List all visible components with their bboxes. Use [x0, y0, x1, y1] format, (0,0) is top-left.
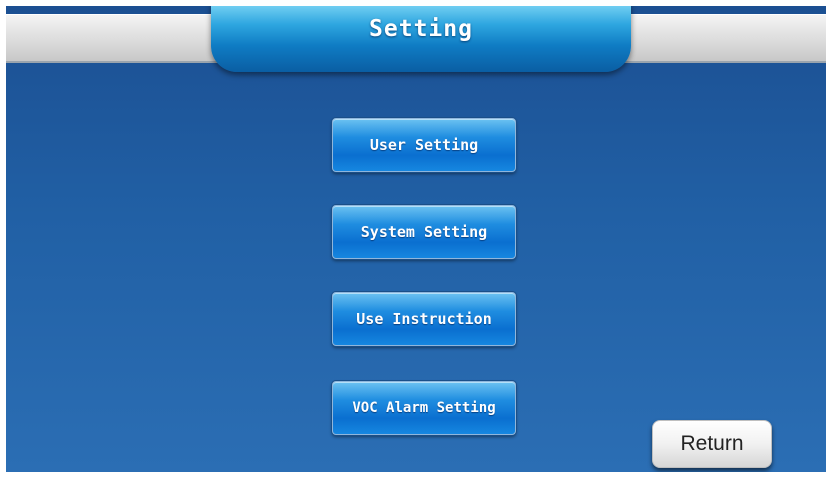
- system-setting-button[interactable]: System Setting: [332, 205, 516, 259]
- title-tab: Setting: [211, 6, 631, 72]
- use-instruction-button[interactable]: Use Instruction: [332, 292, 516, 346]
- system-setting-label: System Setting: [360, 223, 488, 241]
- user-setting-label: User Setting: [369, 136, 479, 154]
- return-label: Return: [680, 432, 744, 455]
- return-button[interactable]: Return: [652, 420, 772, 468]
- use-instruction-label: Use Instruction: [356, 310, 492, 328]
- voc-alarm-setting-label: VOC Alarm Setting: [352, 400, 496, 416]
- user-setting-button[interactable]: User Setting: [332, 118, 516, 172]
- setting-screen: Setting User Setting System Setting Use …: [6, 6, 826, 472]
- voc-alarm-setting-button[interactable]: VOC Alarm Setting: [332, 381, 516, 435]
- page-title: Setting: [369, 16, 473, 42]
